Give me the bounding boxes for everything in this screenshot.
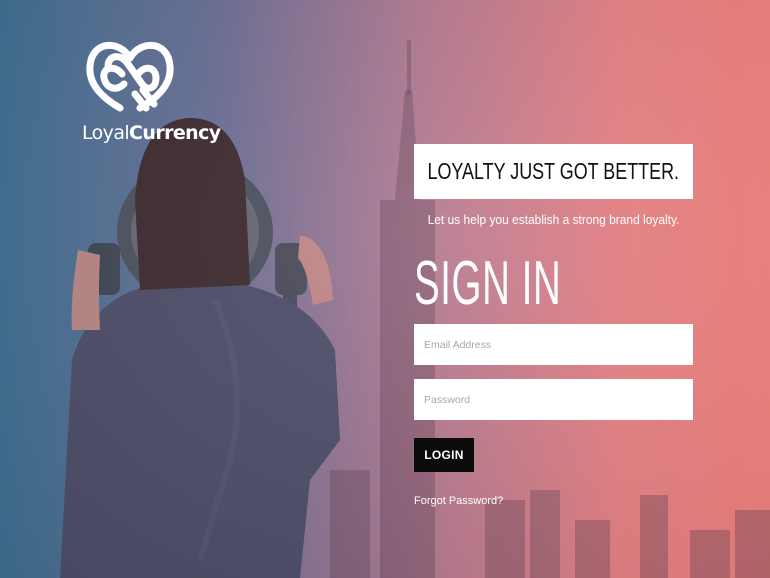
forgot-password-link[interactable]: Forgot Password? — [414, 495, 503, 507]
login-button[interactable]: LOGIN — [414, 438, 474, 472]
brand-name-part2: Currency — [129, 122, 221, 144]
brand-name-part1: Loyal — [82, 122, 130, 144]
brand-wordmark: LoyalCurrency — [82, 122, 221, 144]
signin-heading: SIGN IN — [414, 249, 562, 318]
subtitle-text: Let us help you establish a strong brand… — [427, 212, 680, 227]
tagline-text: LOYALTY JUST GOT BETTER. — [427, 158, 680, 184]
email-field[interactable] — [414, 324, 693, 365]
signin-panel: LOYALTY JUST GOT BETTER. Let us help you… — [414, 144, 693, 507]
password-field[interactable] — [414, 379, 693, 420]
brand-logo[interactable]: LoyalCurrency — [78, 30, 221, 144]
loyalcurrency-knot-logo-icon — [86, 41, 174, 112]
person-silhouette — [60, 118, 340, 578]
tagline-banner: LOYALTY JUST GOT BETTER. — [414, 144, 693, 199]
